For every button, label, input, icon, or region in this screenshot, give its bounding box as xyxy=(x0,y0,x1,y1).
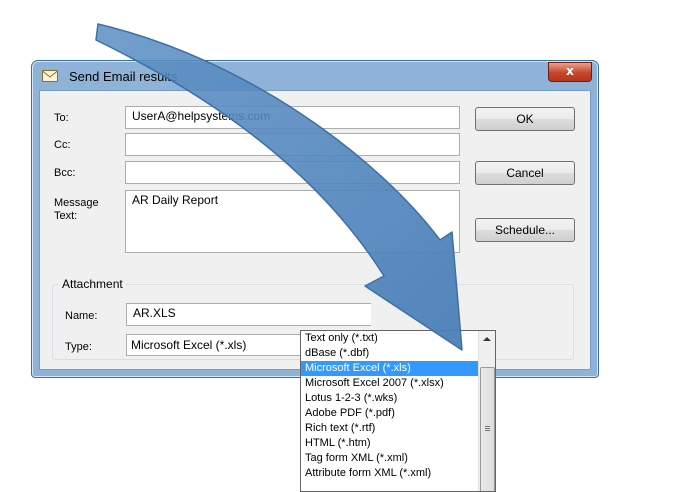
to-label: To: xyxy=(54,112,69,124)
dropdown-option[interactable]: HTML (*.htm) xyxy=(301,436,495,451)
dropdown-option[interactable]: dBase (*.dbf) xyxy=(301,346,495,361)
attachment-name-field[interactable]: AR.XLS xyxy=(126,303,371,326)
dropdown-options: Text only (*.txt) dBase (*.dbf) Microsoft … xyxy=(301,331,495,481)
dropdown-option[interactable]: Attribute form XML (*.xml) xyxy=(301,466,495,481)
scrollbar-thumb[interactable] xyxy=(480,367,495,491)
dialog-title: Send Email results xyxy=(69,69,178,84)
dropdown-scrollbar[interactable] xyxy=(478,331,495,491)
dialog-client-area: To: UserA@helpsystems.com Cc: Bcc: Messa… xyxy=(39,90,591,370)
dropdown-option[interactable]: Text only (*.txt) xyxy=(301,331,495,346)
attachment-type-select[interactable]: Microsoft Excel (*.xls) xyxy=(126,334,326,356)
dropdown-option[interactable]: Adobe PDF (*.pdf) xyxy=(301,406,495,421)
title-bar[interactable]: Send Email results x xyxy=(32,61,598,89)
scroll-up-icon[interactable] xyxy=(479,331,495,347)
close-button[interactable]: x xyxy=(548,62,592,82)
envelope-icon xyxy=(42,70,58,82)
dropdown-option[interactable]: Tag form XML (*.xml) xyxy=(301,451,495,466)
cc-label: Cc: xyxy=(54,139,71,151)
cc-field[interactable] xyxy=(125,133,460,156)
message-text-area[interactable]: AR Daily Report xyxy=(125,190,460,253)
name-label: Name: xyxy=(65,310,98,322)
message-label-line1: Message xyxy=(54,197,99,209)
dropdown-option[interactable]: Rich text (*.rtf) xyxy=(301,421,495,436)
bcc-label: Bcc: xyxy=(54,167,76,179)
schedule-button[interactable]: Schedule... xyxy=(475,218,575,242)
dropdown-option[interactable]: Lotus 1-2-3 (*.wks) xyxy=(301,391,495,406)
type-label: Type: xyxy=(65,341,92,353)
bcc-field[interactable] xyxy=(125,161,460,184)
attachment-group-title: Attachment xyxy=(59,277,126,291)
attachment-type-value: Microsoft Excel (*.xls) xyxy=(131,338,247,352)
message-label-line2: Text: xyxy=(54,210,78,222)
dropdown-option[interactable]: Microsoft Excel 2007 (*.xlsx) xyxy=(301,376,495,391)
ok-button[interactable]: OK xyxy=(475,107,575,131)
to-field[interactable]: UserA@helpsystems.com xyxy=(125,106,460,129)
cancel-button[interactable]: Cancel xyxy=(475,161,575,185)
file-type-dropdown-list[interactable]: Text only (*.txt) dBase (*.dbf) Microsoft … xyxy=(300,330,496,492)
dropdown-option[interactable]: Microsoft Excel (*.xls) xyxy=(301,361,495,376)
